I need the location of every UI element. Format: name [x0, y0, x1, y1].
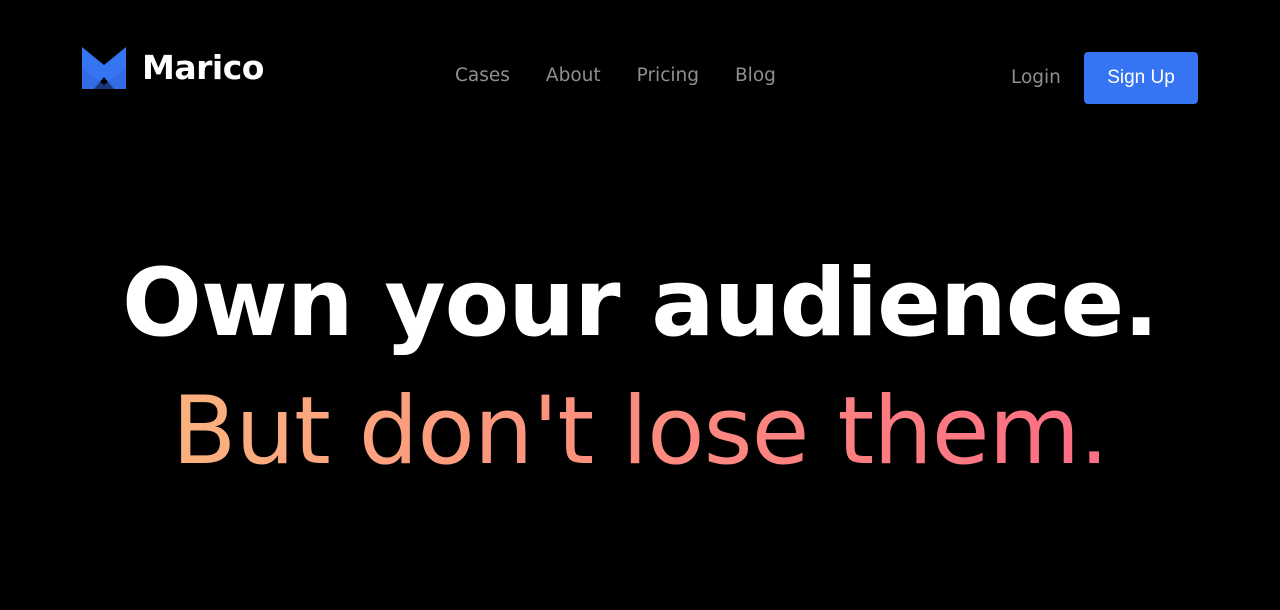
hero-headline-line-1: Own your audience.	[122, 249, 1159, 358]
landing-page: Marico Cases About Pricing Blog Login Si…	[0, 0, 1280, 610]
nav-link-cases[interactable]: Cases	[455, 62, 510, 90]
brand-name: Marico	[142, 48, 264, 87]
nav-link-pricing[interactable]: Pricing	[637, 62, 699, 90]
login-link[interactable]: Login	[1011, 64, 1061, 92]
sign-up-button[interactable]: Sign Up	[1084, 52, 1198, 104]
hero-headline: Own your audience. But don't lose them.	[0, 240, 1280, 496]
nav-link-blog[interactable]: Blog	[735, 62, 776, 90]
hero-headline-line-2: But don't lose them.	[172, 368, 1109, 496]
brand-home-link[interactable]: Marico	[82, 47, 264, 89]
main-nav: Cases About Pricing Blog	[455, 62, 776, 90]
marico-m-logo-icon	[82, 47, 126, 89]
nav-link-about[interactable]: About	[546, 62, 601, 90]
hero-section: Own your audience. But don't lose them.	[0, 240, 1280, 496]
